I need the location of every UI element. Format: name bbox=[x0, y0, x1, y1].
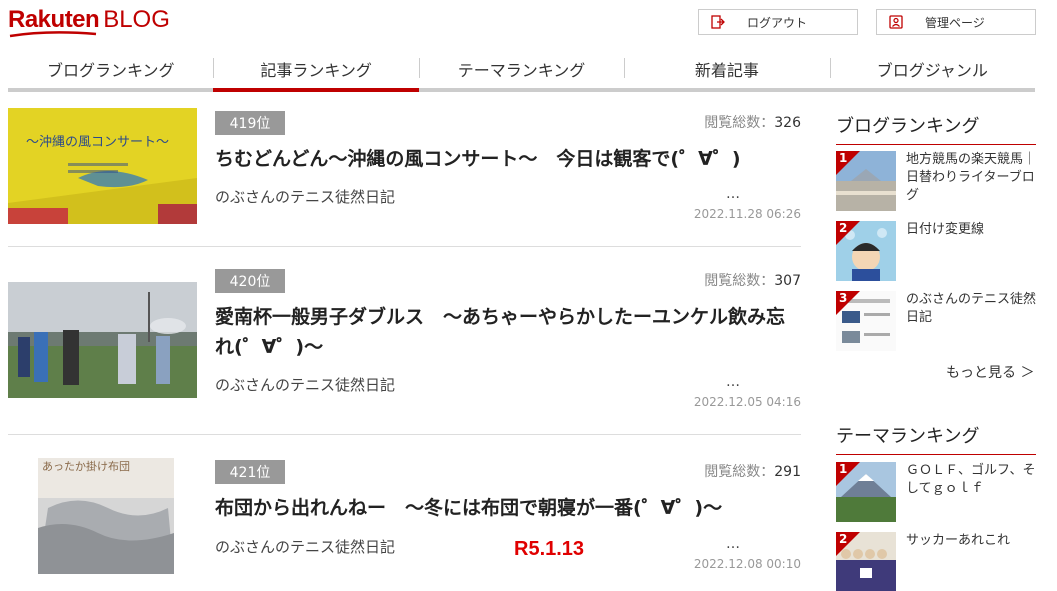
rank-number: 1 bbox=[839, 151, 848, 165]
more-link[interactable]: もっと見る ＞ bbox=[946, 362, 1034, 382]
views-label: 閲覧総数： bbox=[704, 464, 775, 480]
sidebar-blog-ranking-title: ブログランキング bbox=[836, 112, 1036, 145]
logout-button[interactable]: ログアウト bbox=[698, 9, 858, 35]
article-date: 2022.12.05 04:16 bbox=[693, 395, 801, 409]
article-title[interactable]: 愛南杯一般男子ダブルス ～あちゃーやらかしたーユンケル飲み忘れ(゜∀゜)～ bbox=[215, 302, 803, 362]
logout-label: ログアウト bbox=[747, 15, 808, 30]
views-value: 307 bbox=[774, 273, 801, 289]
rank-number: 2 bbox=[839, 221, 848, 235]
article-date: 2022.12.08 00:10 bbox=[693, 557, 801, 571]
theme-name[interactable]: サッカーあれこれ bbox=[906, 532, 1036, 550]
rank-badge: 420位 bbox=[215, 269, 285, 293]
views-label: 閲覧総数： bbox=[704, 273, 775, 289]
rank-badge: 419位 bbox=[215, 111, 285, 135]
list-item[interactable]: 420位 閲覧総数：307 愛南杯一般男子ダブルス ～あちゃーやらかしたーユンケ… bbox=[8, 268, 801, 435]
tab-new-articles[interactable]: 新着記事 bbox=[624, 50, 829, 88]
thumb-caption: ～沖縄の風コンサート～ bbox=[26, 135, 169, 150]
article-author[interactable]: のぶさんのテニス徒然日記 bbox=[215, 536, 395, 557]
article-thumbnail[interactable]: ～沖縄の風コンサート～ bbox=[8, 108, 197, 224]
admin-page-label: 管理ページ bbox=[925, 15, 985, 30]
views-value: 326 bbox=[774, 115, 801, 131]
view-count: 閲覧総数：326 bbox=[704, 112, 801, 132]
ellipsis: … bbox=[726, 536, 740, 552]
view-count: 閲覧総数：291 bbox=[704, 461, 801, 481]
tab-article-ranking[interactable]: 記事ランキング bbox=[213, 50, 420, 92]
sidebar-blog-ranking-item[interactable]: 1 地方競馬の楽天競馬｜日替わりライターブログ bbox=[836, 151, 1036, 211]
logo-product: BLOG bbox=[103, 6, 170, 33]
rank-number: 1 bbox=[839, 462, 848, 476]
user-icon bbox=[889, 15, 903, 29]
rank-badge: 421位 bbox=[215, 460, 285, 484]
blog-name[interactable]: 地方競馬の楽天競馬｜日替わりライターブログ bbox=[906, 151, 1036, 205]
article-thumbnail[interactable] bbox=[8, 282, 197, 398]
rank-number: 2 bbox=[839, 532, 848, 546]
article-author[interactable]: のぶさんのテニス徒然日記 bbox=[215, 186, 395, 207]
logout-icon bbox=[711, 15, 725, 29]
article-thumbnail[interactable]: あったか掛け布団 bbox=[38, 458, 174, 574]
thumb-caption: あったか掛け布団 bbox=[42, 459, 130, 473]
sidebar-blog-ranking-item[interactable]: 3 のぶさんのテニス徒然日記 bbox=[836, 291, 1036, 351]
views-label: 閲覧総数： bbox=[704, 115, 775, 131]
sidebar-theme-ranking-title: テーマランキング bbox=[836, 422, 1036, 455]
blog-name[interactable]: 日付け変更線 bbox=[906, 221, 1036, 239]
article-author[interactable]: のぶさんのテニス徒然日記 bbox=[215, 374, 395, 395]
article-title[interactable]: 布団から出れんねー ～冬には布団で朝寝が一番(゜∀゜)～ bbox=[215, 493, 803, 523]
views-value: 291 bbox=[774, 464, 801, 480]
theme-name[interactable]: ＧＯＬＦ、ゴルフ、そしてｇｏｌｆ bbox=[906, 462, 1036, 498]
tab-blog-genre[interactable]: ブログジャンル bbox=[829, 50, 1035, 88]
sidebar-theme-ranking-item[interactable]: 1 ＧＯＬＦ、ゴルフ、そしてｇｏｌｆ bbox=[836, 462, 1036, 522]
ranking-tabs: ブログランキング 記事ランキング テーマランキング 新着記事 ブログジャンル bbox=[8, 50, 1035, 92]
date-overlay-text: R5.1.13 bbox=[514, 538, 585, 560]
logo-swoosh-icon bbox=[9, 31, 97, 38]
list-item[interactable]: ～沖縄の風コンサート～ 419位 閲覧総数：326 ちむどんどん～沖縄の風コンサ… bbox=[8, 108, 801, 247]
blog-name[interactable]: のぶさんのテニス徒然日記 bbox=[906, 291, 1036, 327]
view-count: 閲覧総数：307 bbox=[704, 270, 801, 290]
article-date: 2022.11.28 06:26 bbox=[693, 207, 801, 221]
tab-theme-ranking[interactable]: テーマランキング bbox=[418, 50, 624, 88]
list-item[interactable]: あったか掛け布団 421位 閲覧総数：291 布団から出れんねー ～冬には布団で… bbox=[8, 458, 801, 591]
rank-number: 3 bbox=[839, 291, 848, 305]
ellipsis: … bbox=[726, 186, 740, 202]
sidebar-blog-ranking-item[interactable]: 2 日付け変更線 bbox=[836, 221, 1036, 281]
admin-page-button[interactable]: 管理ページ bbox=[876, 9, 1036, 35]
sidebar-theme-ranking-item[interactable]: 2 サッカーあれこれ bbox=[836, 532, 1036, 591]
ellipsis: … bbox=[726, 374, 740, 390]
article-title[interactable]: ちむどんどん～沖縄の風コンサート～ 今日は観客で(゜∀゜) bbox=[215, 144, 803, 174]
tab-blog-ranking[interactable]: ブログランキング bbox=[8, 50, 213, 88]
